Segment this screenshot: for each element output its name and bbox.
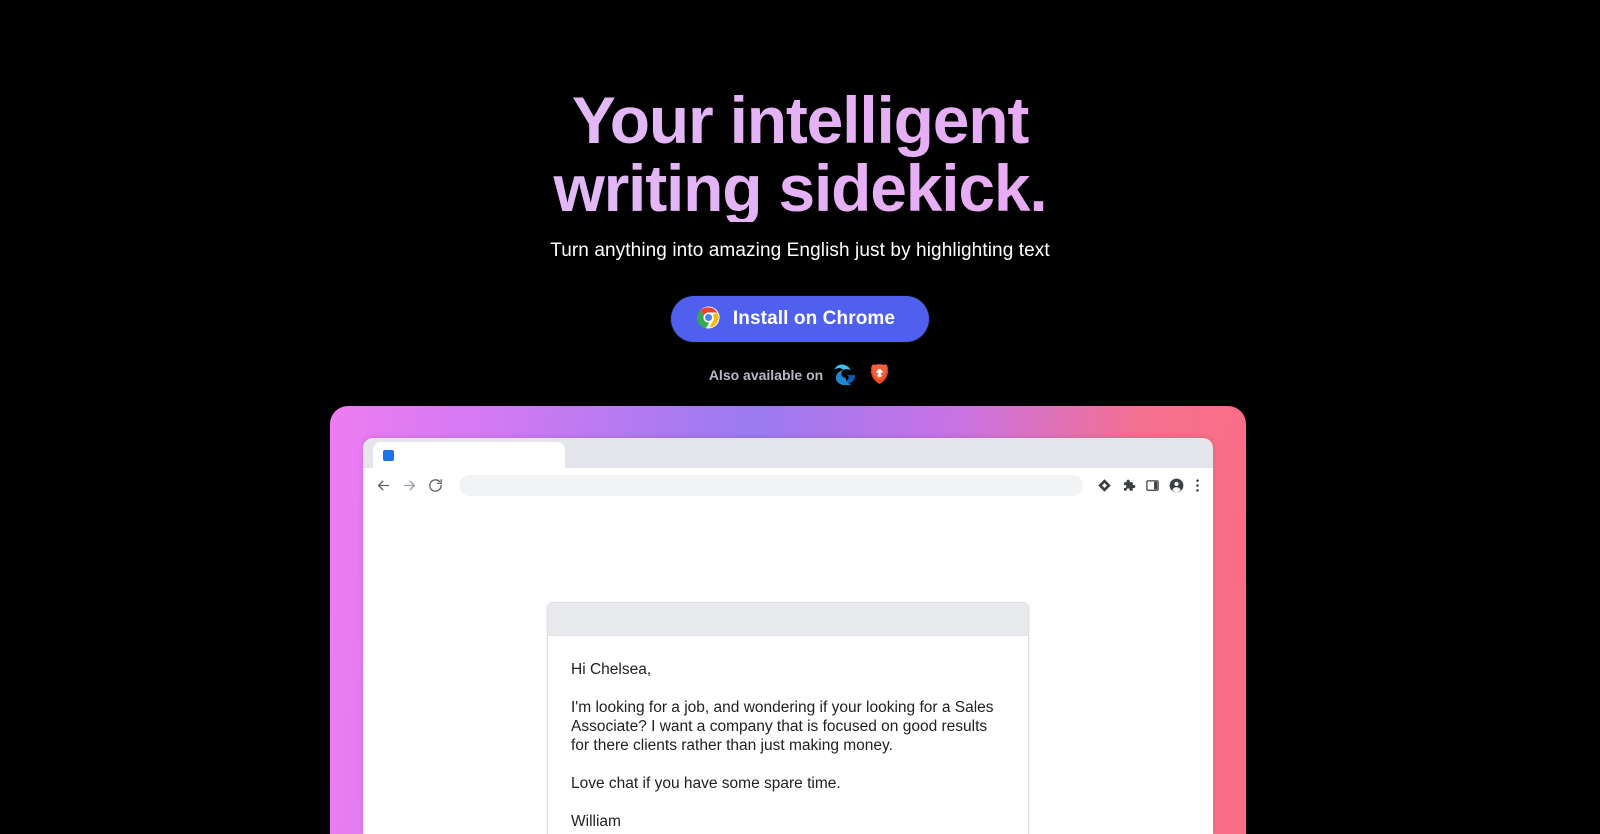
install-button-label: Install on Chrome xyxy=(732,308,896,329)
three-dot-menu-icon[interactable] xyxy=(1193,478,1202,493)
email-paragraph: Hi Chelsea, xyxy=(571,661,652,678)
browser-tab-active[interactable] xyxy=(373,442,565,468)
email-paragraph: Love chat if you have some spare time. xyxy=(571,775,841,792)
reload-icon[interactable] xyxy=(427,477,444,494)
share-diamond-icon[interactable] xyxy=(1097,478,1112,493)
also-available-row: Also available on xyxy=(0,363,1600,386)
hero-section: Your intelligent writing sidekick. Turn … xyxy=(0,0,1600,386)
page-title: Your intelligent writing sidekick. xyxy=(0,86,1600,222)
address-bar-input[interactable] xyxy=(459,474,1083,496)
brave-logo-icon[interactable] xyxy=(868,363,891,386)
email-card-header xyxy=(548,603,1028,636)
browser-tab-strip xyxy=(363,438,1213,468)
device-mockup-frame: Hi Chelsea, I'm looking for a job, and w… xyxy=(330,406,1246,834)
browser-viewport: Hi Chelsea, I'm looking for a job, and w… xyxy=(363,502,1213,834)
email-compose-card: Hi Chelsea, I'm looking for a job, and w… xyxy=(547,602,1029,834)
chrome-logo-icon xyxy=(696,306,720,332)
blue-square-favicon xyxy=(383,449,394,461)
email-paragraph: William xyxy=(571,813,621,830)
browser-window: Hi Chelsea, I'm looking for a job, and w… xyxy=(363,438,1213,834)
side-panel-icon[interactable] xyxy=(1145,478,1160,493)
cta-wrapper: Install on Chrome xyxy=(0,296,1600,342)
email-body[interactable]: Hi Chelsea, I'm looking for a job, and w… xyxy=(548,636,1028,834)
forward-arrow-icon[interactable] xyxy=(401,477,418,494)
back-arrow-icon[interactable] xyxy=(375,477,392,494)
profile-avatar-icon[interactable] xyxy=(1169,478,1184,493)
browser-toolbar xyxy=(363,468,1213,502)
landing-page: Your intelligent writing sidekick. Turn … xyxy=(0,0,1600,834)
install-on-chrome-button[interactable]: Install on Chrome xyxy=(670,296,930,342)
edge-logo-icon[interactable] xyxy=(834,363,857,386)
puzzle-piece-icon[interactable] xyxy=(1121,478,1136,493)
hero-subtitle: Turn anything into amazing English just … xyxy=(550,240,1050,261)
also-available-label: Also available on xyxy=(708,366,824,383)
email-paragraph: I'm looking for a job, and wondering if … xyxy=(571,699,994,754)
